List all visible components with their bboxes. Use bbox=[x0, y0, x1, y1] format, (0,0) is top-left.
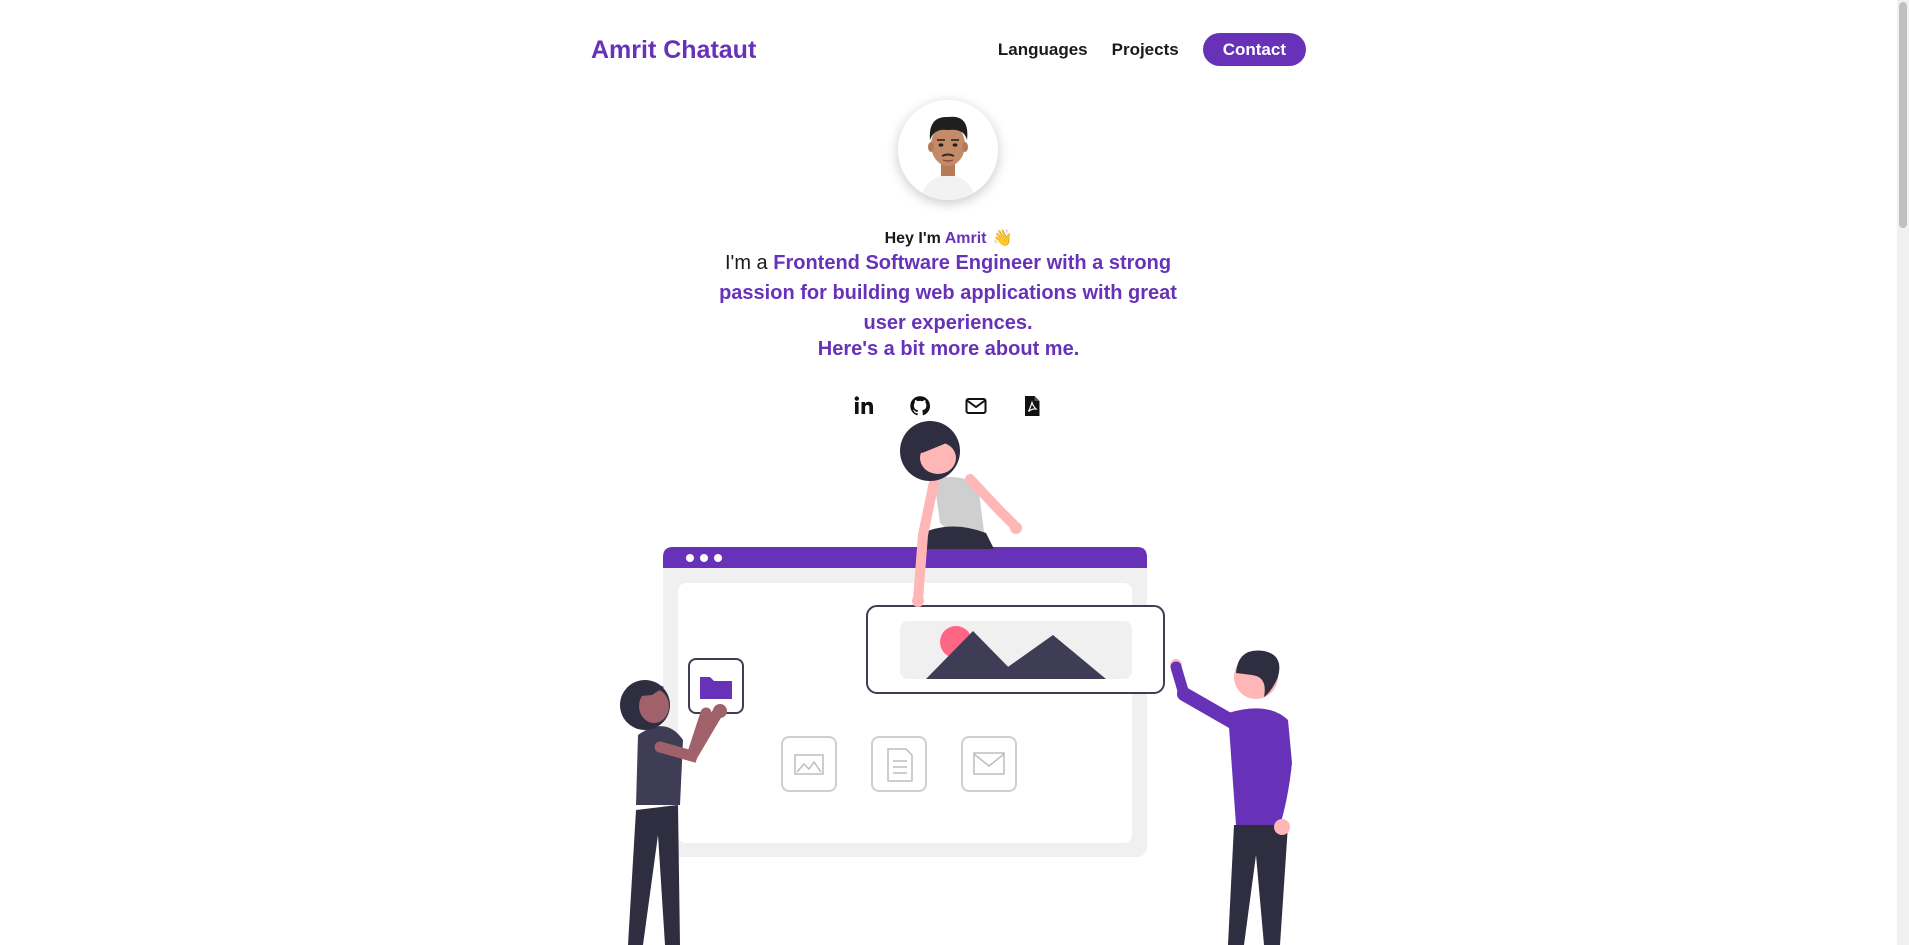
man-right-figure bbox=[1170, 650, 1292, 945]
page: Amrit Chataut Languages Projects Contact bbox=[0, 0, 1909, 945]
image-card-graphic bbox=[866, 605, 1165, 694]
greeting-name: Amrit bbox=[944, 230, 987, 247]
greeting-prefix: Hey I'm bbox=[884, 230, 945, 247]
nav-languages-link[interactable]: Languages bbox=[998, 40, 1088, 60]
contact-button[interactable]: Contact bbox=[1202, 33, 1306, 66]
document-file-icon bbox=[871, 736, 927, 792]
image-file-icon bbox=[781, 736, 837, 792]
tagline-highlight: Frontend Software Engineer with a strong… bbox=[719, 252, 1177, 334]
wave-emoji-icon: 👋 bbox=[992, 230, 1013, 247]
hero-illustration bbox=[620, 421, 1292, 945]
scrollbar-thumb[interactable] bbox=[1899, 2, 1907, 228]
nav-projects-link[interactable]: Projects bbox=[1112, 40, 1179, 60]
tagline: I'm a Frontend Software Engineer with a … bbox=[710, 248, 1186, 338]
page-scrollbar[interactable] bbox=[1897, 0, 1909, 945]
brand-logo-link[interactable]: Amrit Chataut bbox=[591, 36, 756, 64]
avatar-portrait-image bbox=[898, 100, 998, 200]
profile-avatar bbox=[898, 100, 998, 200]
tagline-prefix: I'm a bbox=[724, 252, 774, 274]
envelope-file-icon bbox=[961, 736, 1017, 792]
main-nav: Languages Projects Contact bbox=[974, 33, 1306, 66]
about-me-link[interactable]: Here's a bit more about me. bbox=[0, 338, 1897, 361]
folder-card-graphic bbox=[688, 658, 744, 714]
greeting-line: Hey I'm Amrit 👋 bbox=[0, 228, 1897, 248]
